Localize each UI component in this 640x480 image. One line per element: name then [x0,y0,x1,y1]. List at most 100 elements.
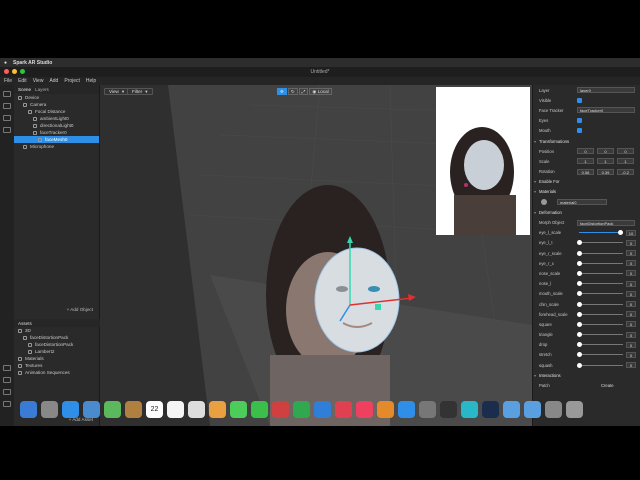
asset-tree-item[interactable]: faceDistortionPack [14,341,100,348]
slider-knob[interactable] [576,270,582,276]
position-x-input[interactable]: 0 [577,148,594,155]
books-icon[interactable] [377,400,394,418]
deformation-slider[interactable] [576,260,623,266]
deformation-value[interactable]: 0 [626,239,636,246]
menubar-app-name[interactable]: Spark AR Studio [13,60,52,66]
deformation-slider[interactable] [576,342,623,348]
deformation-value[interactable]: 10 [626,229,636,236]
maps-icon[interactable] [104,400,121,418]
slider-knob[interactable] [576,281,582,287]
slider-knob[interactable] [576,342,582,348]
slider-knob[interactable] [576,250,582,256]
deformation-value[interactable]: 0 [626,341,636,348]
slider-knob[interactable] [576,362,582,368]
scale-tool-icon[interactable]: ⤢ [298,88,309,95]
simulator-preview[interactable] [436,87,530,235]
scene-tree-item[interactable]: faceTracker0 [14,129,99,136]
upload-tool-icon[interactable] [3,377,11,383]
menu-add[interactable]: Add [49,78,58,84]
scale-x-input[interactable]: 1 [577,158,594,165]
rotation-y-input[interactable]: 0.39 [597,168,614,175]
music-icon[interactable] [356,400,373,418]
apple-icon[interactable]: ● [4,60,7,66]
deformation-slider[interactable] [576,301,623,307]
scene-tree-item[interactable]: faceMesh0 [14,136,99,143]
reminders-icon[interactable] [188,400,205,418]
deformation-value[interactable]: 0 [626,362,636,369]
deformation-slider[interactable] [576,352,623,358]
scene-tree-item[interactable]: directionalLight0 [14,122,99,129]
patch-tool-icon[interactable] [3,127,11,133]
menu-help[interactable]: Help [86,78,96,84]
rotation-z-input[interactable]: -0.2 [617,168,634,175]
help-tool-icon[interactable] [3,401,11,407]
notes-icon[interactable] [167,400,184,418]
slider-knob[interactable] [576,240,582,246]
scene-tree-item[interactable]: Focal Distance [14,108,99,115]
photo-booth-icon[interactable] [272,400,289,418]
rotate-tool-icon[interactable]: ↻ [287,88,298,95]
affinity-icon[interactable] [461,400,478,418]
asset-tree-item[interactable]: Materials [14,355,100,362]
deformation-slider[interactable] [576,362,623,368]
slider-knob[interactable] [576,291,582,297]
deformation-slider[interactable] [576,250,623,256]
menu-edit[interactable]: Edit [18,78,27,84]
tab-layers[interactable]: Layers [35,87,49,92]
deformation-slider[interactable] [576,332,623,338]
photoshop-icon[interactable] [482,400,499,418]
keynote-icon[interactable] [314,400,331,418]
material-select[interactable]: material0 [557,199,607,206]
slider-knob[interactable] [576,260,582,266]
deformation-value[interactable]: 0 [626,351,636,358]
interactions-header[interactable]: Interactions [533,370,640,380]
news-icon[interactable] [335,400,352,418]
preview-icon[interactable] [83,400,100,418]
asset-tree-item[interactable]: Lambert2 [14,348,100,355]
video-tool-icon[interactable] [3,115,11,121]
mouth-checkbox[interactable] [577,128,582,134]
deformation-slider[interactable] [576,281,623,287]
transformations-header[interactable]: Transformations [533,136,640,146]
asset-tree-item[interactable]: 3D [14,327,100,334]
filter-dropdown[interactable]: Filter ▾ [127,88,153,95]
asset-tree-item[interactable]: Textures [14,362,100,369]
finder-icon[interactable] [20,400,37,418]
messages-icon[interactable] [230,400,247,418]
deformation-value[interactable]: 0 [626,301,636,308]
app-store-icon[interactable] [398,400,415,418]
safari-icon[interactable] [62,400,79,418]
face-tracker-select[interactable]: faceTracker0 [577,107,635,114]
enable-for-header[interactable]: Enable For [533,177,640,187]
deformation-value[interactable]: 0 [626,290,636,297]
deformation-value[interactable]: 0 [626,250,636,257]
folder-icon[interactable] [503,400,520,418]
slider-knob[interactable] [576,332,582,338]
layers-tool-icon[interactable] [3,103,11,109]
deformation-value[interactable]: 0 [626,280,636,287]
menu-project[interactable]: Project [64,78,80,84]
tab-scene[interactable]: Scene [18,87,31,92]
trash-icon[interactable] [566,400,583,418]
slider-knob[interactable] [618,230,624,236]
rotation-x-input[interactable]: 0.58 [577,168,594,175]
deformation-header[interactable]: Deformation [533,207,640,217]
materials-header[interactable]: Materials [533,187,640,197]
menu-file[interactable]: File [4,78,12,84]
slider-knob[interactable] [576,321,582,327]
deformation-slider[interactable] [576,311,623,317]
photos-icon[interactable] [209,400,226,418]
create-button[interactable]: Create [601,383,614,388]
deformation-value[interactable]: 0 [626,270,636,277]
menu-view[interactable]: View [33,78,44,84]
morph-object-select[interactable]: faceDistortionPack [577,219,635,226]
facetime-icon[interactable] [251,400,268,418]
move-tool-icon[interactable]: ✥ [277,88,287,95]
scene-tool-icon[interactable] [3,91,11,97]
scene-tree-item[interactable]: Device [14,94,99,101]
scene-tree-item[interactable]: ambientLight0 [14,115,99,122]
deformation-slider[interactable] [576,270,623,276]
scene-viewport[interactable]: View ▾ Filter ▾ ✥ ↻ ⤢ ◉ Local [100,85,532,426]
visible-checkbox[interactable] [577,97,582,103]
add-object-button[interactable]: + Add Object [67,307,93,312]
